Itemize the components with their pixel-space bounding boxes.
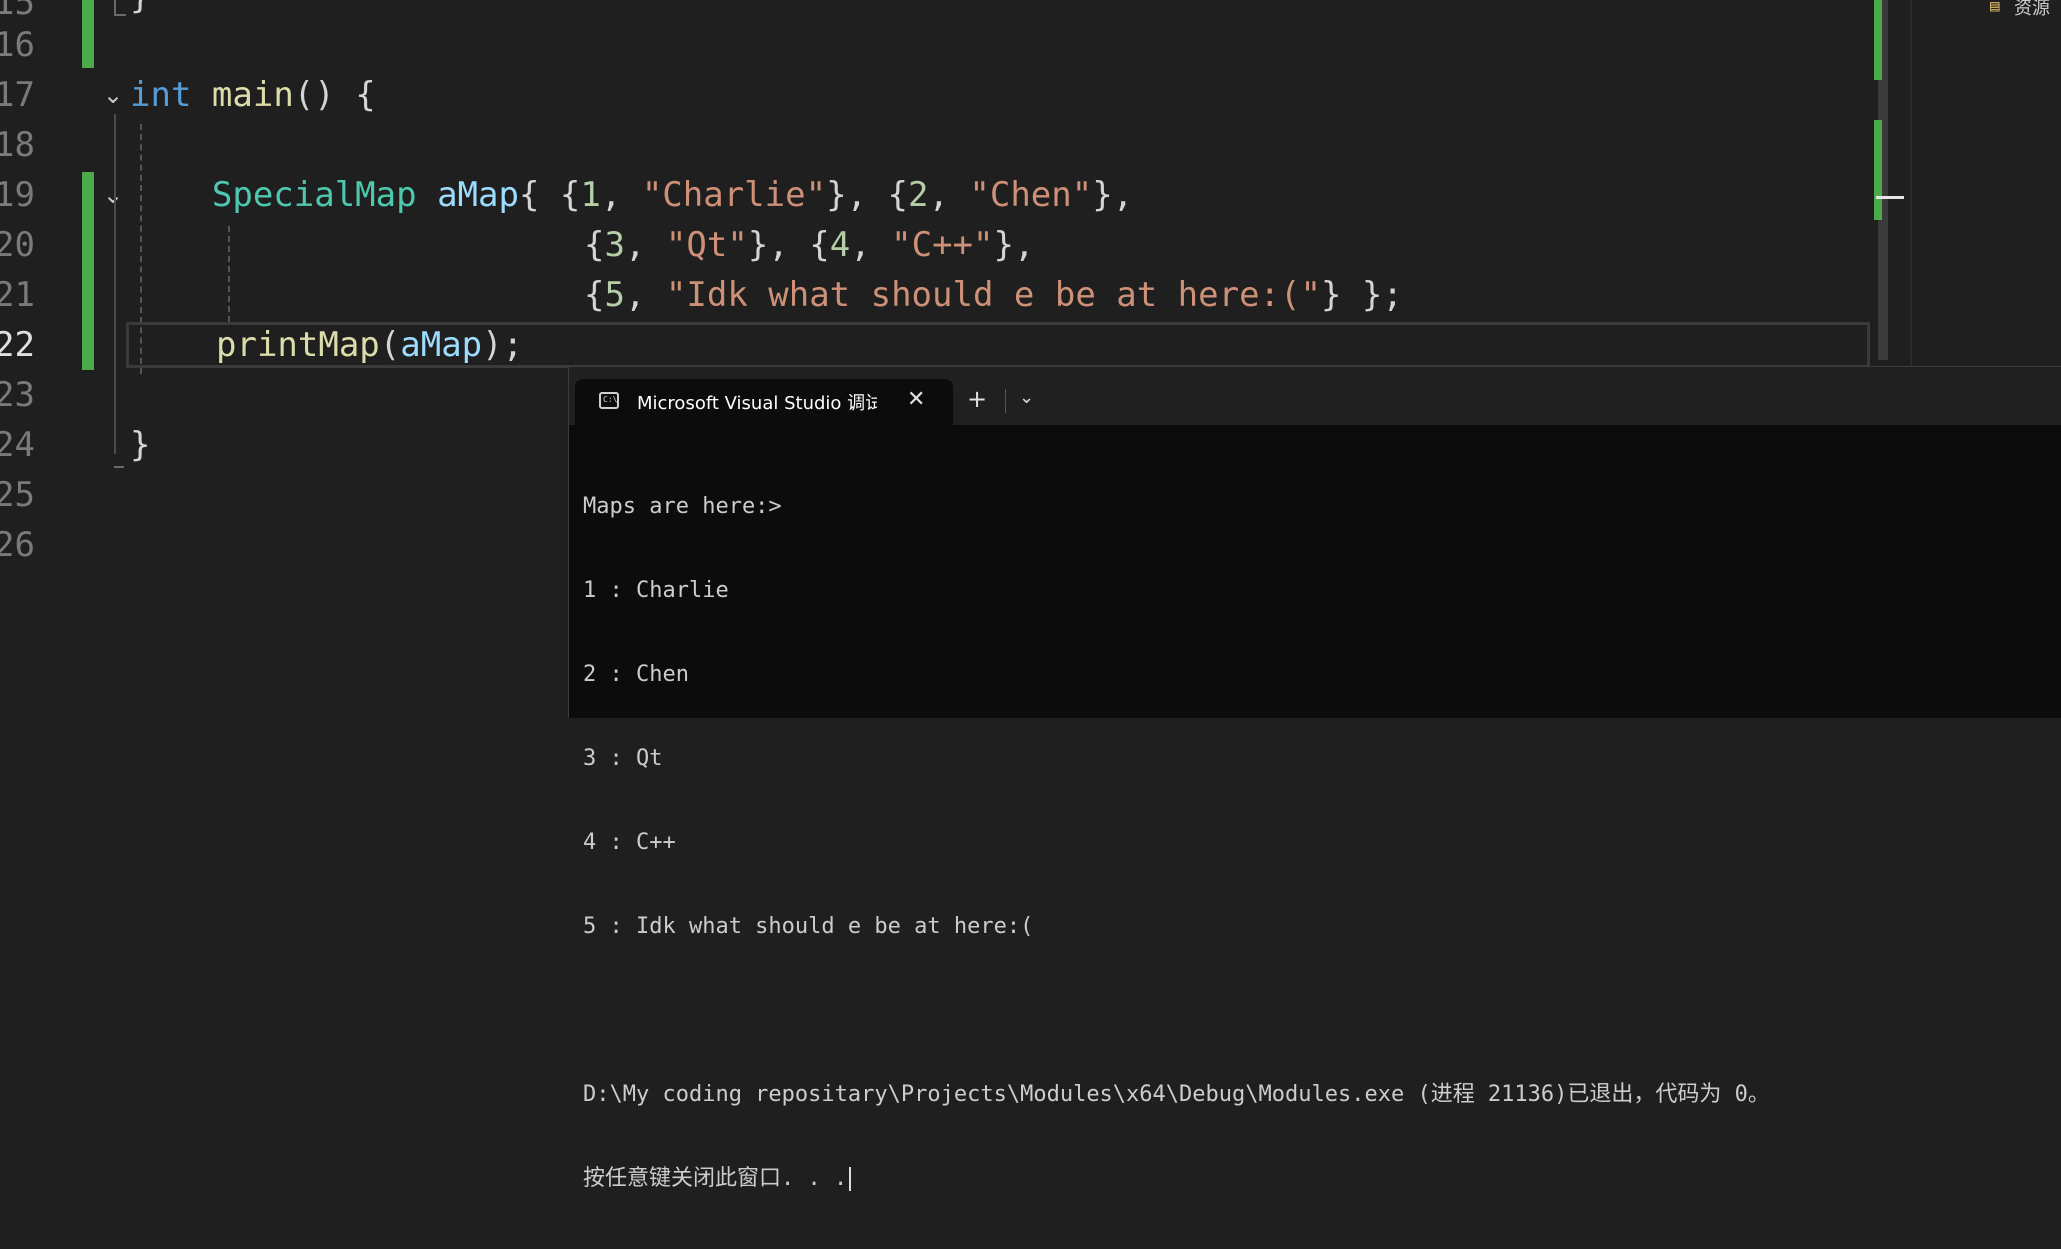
line-number: 17 (0, 75, 35, 115)
number-literal: 5 (604, 275, 625, 315)
console-icon: C:\ (599, 392, 619, 409)
punctuation: ); (482, 325, 524, 365)
closing-brace: } (130, 425, 151, 465)
punctuation: , (600, 175, 642, 215)
line-number: 21 (0, 275, 35, 315)
fold-chevron-icon[interactable]: ⌄ (100, 82, 126, 108)
divider (1005, 389, 1006, 413)
punctuation: }, (1092, 175, 1134, 215)
punctuation: }, (993, 225, 1035, 265)
string-literal: "Idk what should e be at here:(" (665, 275, 1321, 315)
console-line: 4 : C++ (583, 830, 676, 855)
line-number: 24 (0, 425, 35, 465)
chevron-down-icon[interactable]: ⌄ (1019, 387, 1034, 408)
code-line-15[interactable]: } (130, 0, 150, 22)
change-marker (82, 172, 94, 370)
text-cursor (849, 1167, 852, 1191)
terminal-tab[interactable]: C:\ Microsoft Visual Studio 调试控制台 ✕ (575, 379, 953, 425)
type-name: SpecialMap (211, 175, 417, 215)
punctuation: }, { (826, 175, 908, 215)
console-line: 1 : Charlie (583, 578, 729, 603)
punctuation: { (584, 225, 605, 265)
console-output[interactable]: Maps are here:> 1 : Charlie 2 : Chen 3 :… (583, 437, 2061, 1249)
console-line: 按任意键关闭此窗口. . . (583, 1166, 848, 1191)
scope-bracket (114, 0, 126, 16)
change-marker (82, 0, 94, 68)
variable-name: aMap (400, 325, 483, 365)
line-number-current: 22 (0, 325, 35, 365)
punctuation: , (850, 225, 892, 265)
caret-position-mark (1876, 196, 1904, 199)
code-line-17[interactable]: int main() { (130, 70, 376, 120)
fold-chevron-icon[interactable]: ⌄ (100, 182, 126, 208)
change-overview-mark (1874, 0, 1882, 80)
console-line: 5 : Idk what should e be at here:( (583, 914, 1034, 939)
line-number: 26 (0, 525, 35, 565)
code-line-24[interactable]: } (130, 420, 150, 470)
code-line-21[interactable]: {5, "Idk what should e be at here:("} }; (584, 270, 1403, 320)
keyword: int (130, 75, 192, 115)
line-number: 23 (0, 375, 35, 415)
code-line-19[interactable]: SpecialMap aMap{ {1, "Charlie"}, {2, "Ch… (130, 170, 1133, 220)
tab-title: Microsoft Visual Studio 调试控制台 (637, 393, 877, 414)
punctuation: }, { (747, 225, 830, 265)
scope-guide (114, 114, 116, 454)
punctuation: () { (293, 75, 376, 115)
punctuation: { { (518, 175, 581, 215)
line-number: 25 (0, 475, 35, 515)
string-literal: "Chen" (969, 175, 1093, 215)
code-line-20[interactable]: {3, "Qt"}, {4, "C++"}, (584, 220, 1034, 270)
number-literal: 2 (907, 175, 929, 215)
line-number: 19 (0, 175, 35, 215)
punctuation: } }; (1320, 275, 1403, 315)
string-literal: "Charlie" (641, 175, 827, 215)
console-line: Maps are here:> (583, 494, 782, 519)
punctuation: , (624, 225, 666, 265)
punctuation: ( (379, 325, 401, 365)
string-literal: "Qt" (665, 225, 748, 265)
line-number: 18 (0, 125, 35, 165)
debug-console-window[interactable]: C:\ Microsoft Visual Studio 调试控制台 ✕ + ⌄ … (568, 366, 2061, 1191)
terminal-titlebar[interactable]: C:\ Microsoft Visual Studio 调试控制台 ✕ + ⌄ (569, 367, 2061, 425)
console-prompt-line: 按任意键关闭此窗口. . . (583, 1165, 2061, 1193)
function-name: printMap (216, 325, 380, 365)
line-number: 16 (0, 25, 35, 65)
function-name: main (211, 75, 294, 115)
scope-bracket (114, 440, 124, 468)
punctuation: , (928, 175, 970, 215)
console-line: D:\My coding repositary\Projects\Modules… (583, 1082, 1770, 1107)
variable-name: aMap (437, 175, 519, 215)
code-line-22[interactable]: printMap(aMap); (216, 320, 523, 370)
solution-explorer-icon[interactable]: ▤ (1990, 0, 2010, 15)
change-overview-mark (1874, 120, 1882, 220)
solution-explorer-tab-label[interactable]: 资源 (2014, 0, 2050, 20)
closing-brace: } (130, 0, 150, 17)
indent-guide (228, 226, 230, 322)
string-literal: "C++" (891, 225, 994, 265)
line-number: 20 (0, 225, 35, 265)
close-icon[interactable]: ✕ (907, 387, 925, 412)
punctuation: { (584, 275, 605, 315)
console-line: 2 : Chen (583, 662, 689, 687)
number-literal: 1 (580, 175, 601, 215)
number-literal: 4 (829, 225, 851, 265)
number-literal: 3 (604, 225, 625, 265)
plus-icon[interactable]: + (967, 385, 987, 413)
punctuation: , (624, 275, 666, 315)
console-line: 3 : Qt (583, 746, 663, 771)
